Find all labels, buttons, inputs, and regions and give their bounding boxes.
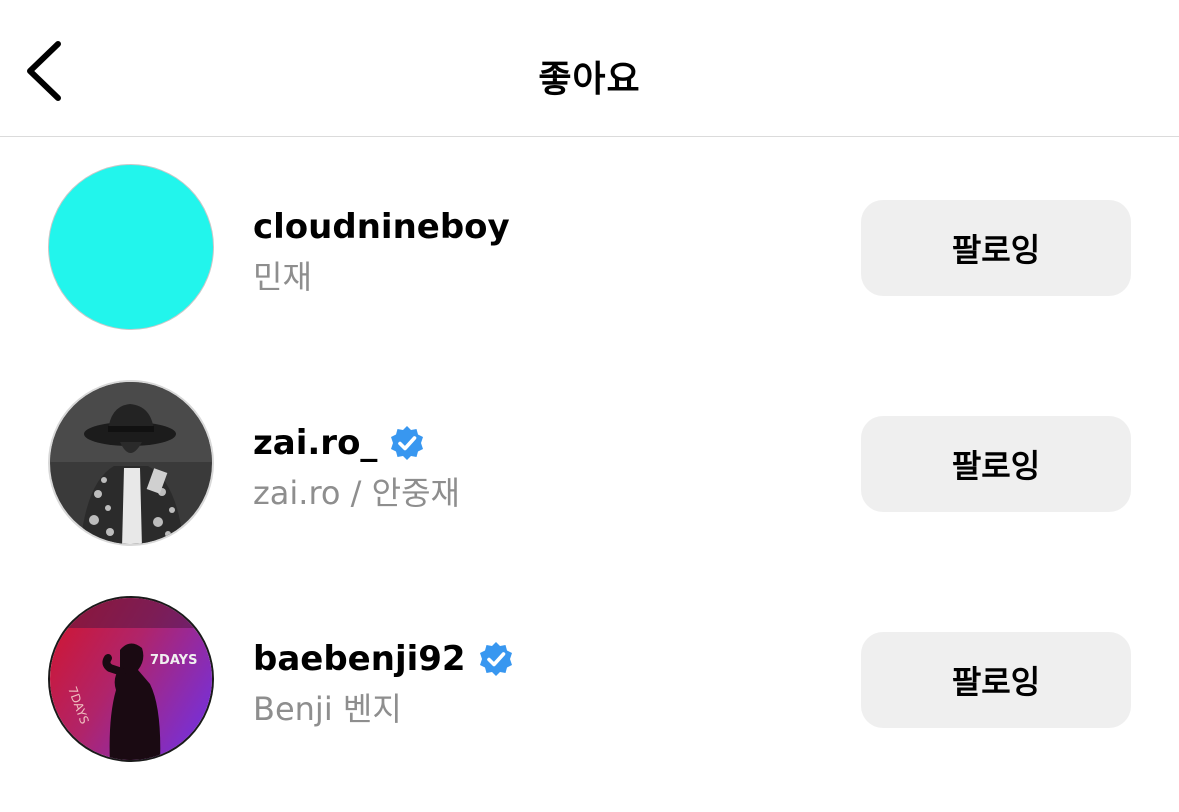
page-title: 좋아요 xyxy=(538,59,641,100)
avatar[interactable] xyxy=(48,380,214,546)
following-button[interactable]: 팔로잉 xyxy=(861,416,1131,512)
following-button[interactable]: 팔로잉 xyxy=(861,632,1131,728)
username[interactable]: zai.ro_ xyxy=(253,423,377,463)
avatar[interactable]: 7DAYS 7DAYS xyxy=(48,596,214,762)
list-item[interactable]: cloudnineboy 민재 팔로잉 xyxy=(0,164,1179,380)
avatar[interactable] xyxy=(48,164,214,330)
verified-badge-icon xyxy=(479,642,512,676)
full-name: 민재 xyxy=(253,258,312,296)
following-button[interactable]: 팔로잉 xyxy=(861,200,1131,296)
svg-text:7DAYS: 7DAYS xyxy=(150,653,197,668)
list-item[interactable]: 7DAYS 7DAYS baebenji92 Benji 벤지 팔로잉 xyxy=(0,596,1179,812)
username[interactable]: cloudnineboy xyxy=(253,207,510,247)
username[interactable]: baebenji92 xyxy=(253,639,466,679)
verified-badge-icon xyxy=(391,426,424,460)
full-name: Benji 벤지 xyxy=(253,690,402,728)
man-in-hat-photo-icon xyxy=(50,382,212,544)
top-navigation-bar: 좋아요 xyxy=(0,0,1179,137)
full-name: zai.ro / 안중재 xyxy=(253,474,460,512)
list-item[interactable]: zai.ro_ zai.ro / 안중재 팔로잉 xyxy=(0,380,1179,596)
album-cover-icon: 7DAYS 7DAYS xyxy=(50,598,212,760)
